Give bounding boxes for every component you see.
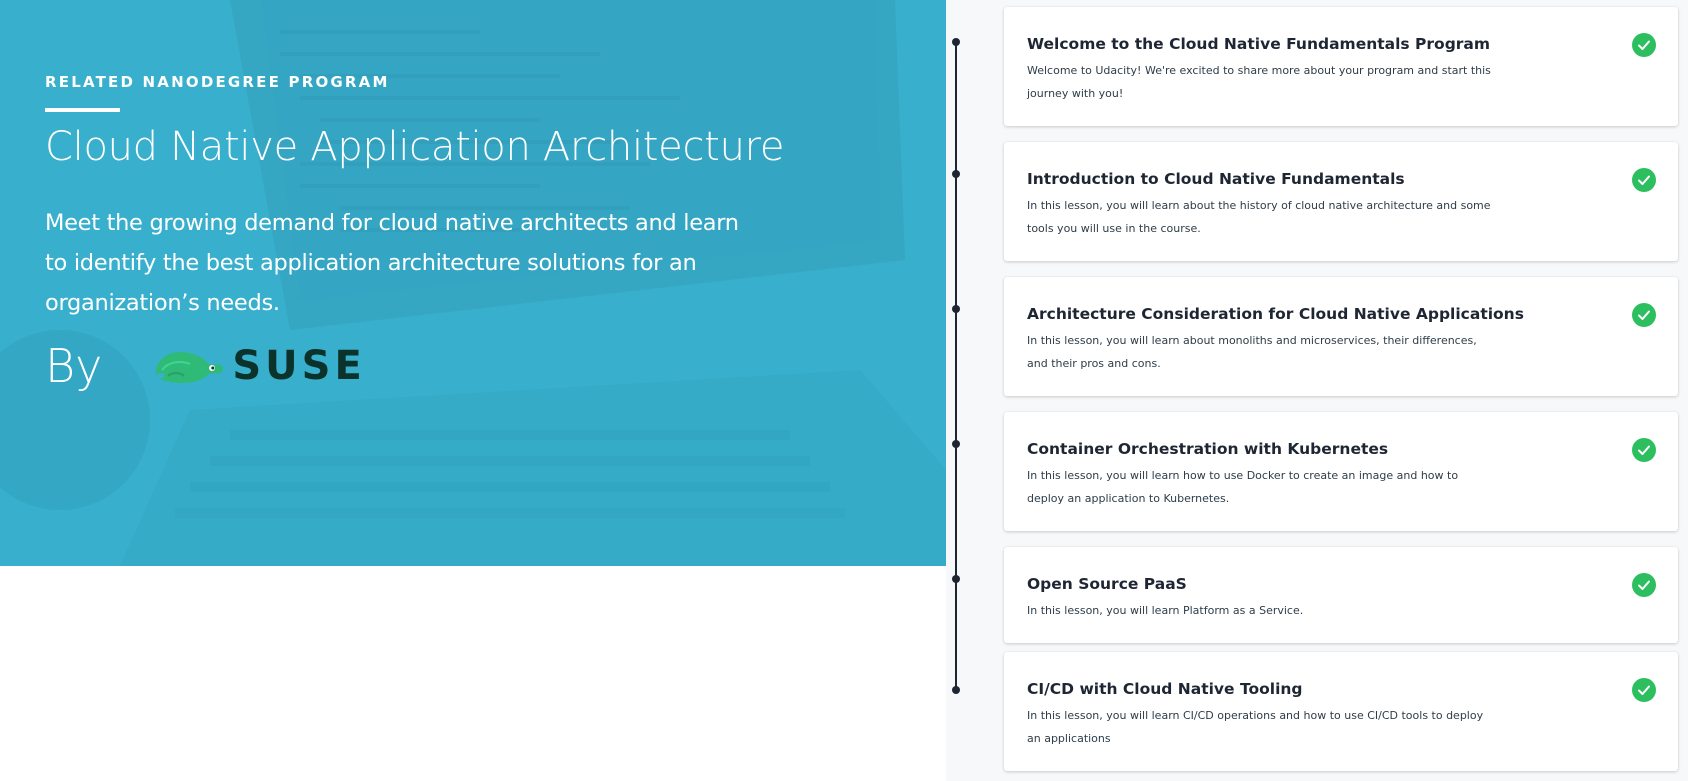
lesson-card[interactable]: CI/CD with Cloud Native Tooling In this …: [1004, 652, 1678, 771]
related-program-hero: RELATED NANODEGREE PROGRAM Cloud Native …: [0, 0, 946, 566]
lesson-description: In this lesson, you will learn about mon…: [1027, 334, 1477, 370]
lesson-title[interactable]: Introduction to Cloud Native Fundamental…: [1027, 170, 1405, 188]
timeline-dot-icon: [952, 686, 960, 694]
lesson-description: Welcome to Udacity! We're excited to sha…: [1027, 64, 1491, 100]
timeline-dot-icon: [952, 305, 960, 313]
check-circle-icon: [1632, 678, 1656, 702]
timeline-dot-icon: [952, 170, 960, 178]
lesson-title[interactable]: CI/CD with Cloud Native Tooling: [1027, 680, 1303, 698]
timeline-dot-icon: [952, 440, 960, 448]
check-circle-icon: [1632, 573, 1656, 597]
lesson-card[interactable]: Introduction to Cloud Native Fundamental…: [1004, 142, 1678, 261]
suse-wordmark: SUSE: [232, 343, 366, 389]
lesson-title[interactable]: Open Source PaaS: [1027, 575, 1187, 593]
check-circle-icon: [1632, 303, 1656, 327]
timeline-line: [955, 42, 957, 690]
lesson-description: In this lesson, you will learn CI/CD ope…: [1027, 709, 1484, 745]
lesson-card[interactable]: Container Orchestration with Kubernetes …: [1004, 412, 1678, 531]
eyebrow-label: RELATED NANODEGREE PROGRAM: [45, 73, 390, 91]
eyebrow-underline: [45, 108, 120, 112]
suse-logo: SUSE: [150, 343, 365, 389]
lesson-description: In this lesson, you will learn about the…: [1027, 199, 1491, 235]
lesson-description: In this lesson, you will learn Platform …: [1027, 604, 1304, 617]
partner-row: By SUSE: [45, 340, 366, 392]
lesson-title[interactable]: Architecture Consideration for Cloud Nat…: [1027, 305, 1524, 323]
chameleon-mascot-icon: [156, 352, 224, 383]
lesson-card[interactable]: Open Source PaaS In this lesson, you wil…: [1004, 547, 1678, 643]
check-circle-icon: [1632, 168, 1656, 192]
program-title[interactable]: Cloud Native Application Architecture: [45, 124, 785, 170]
check-circle-icon: [1632, 438, 1656, 462]
lesson-title[interactable]: Container Orchestration with Kubernetes: [1027, 440, 1388, 458]
lesson-title[interactable]: Welcome to the Cloud Native Fundamentals…: [1027, 35, 1490, 53]
by-label: By: [45, 339, 103, 393]
program-description: Meet the growing demand for cloud native…: [45, 210, 739, 316]
lesson-card[interactable]: Welcome to the Cloud Native Fundamentals…: [1004, 7, 1678, 126]
timeline-dot-icon: [952, 38, 960, 46]
lesson-card[interactable]: Architecture Consideration for Cloud Nat…: [1004, 277, 1678, 396]
timeline-dot-icon: [952, 575, 960, 583]
lesson-description: In this lesson, you will learn how to us…: [1027, 469, 1459, 505]
check-circle-icon: [1632, 33, 1656, 57]
